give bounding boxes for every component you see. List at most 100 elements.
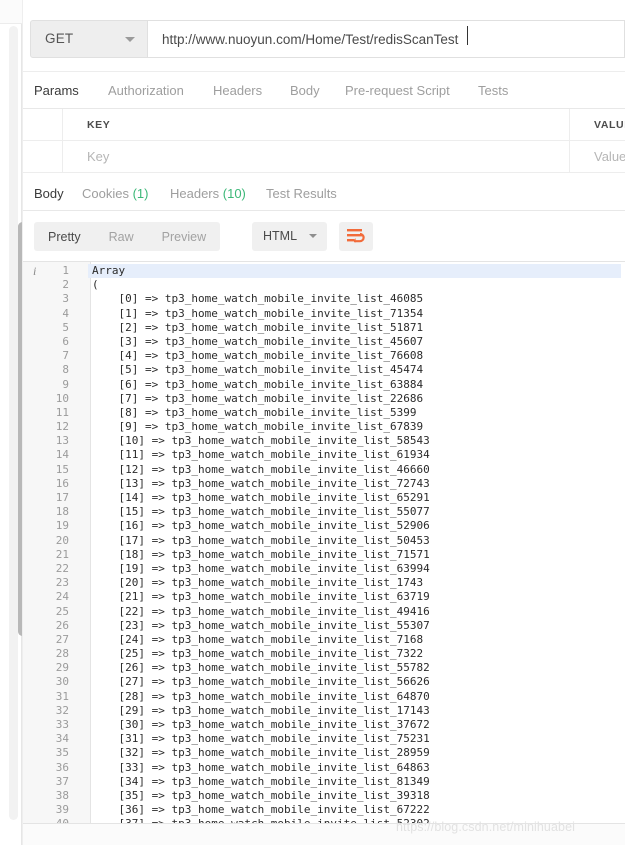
line-number: 38: [55, 788, 69, 802]
http-method-label: GET: [45, 31, 74, 46]
code-line: [17] => tp3_home_watch_mobile_invite_lis…: [92, 533, 430, 547]
line-number: 24: [55, 590, 69, 604]
response-tab-headers-label: Headers (10): [170, 186, 246, 201]
chevron-down-icon: [309, 234, 317, 238]
code-line: [28] => tp3_home_watch_mobile_invite_lis…: [92, 689, 430, 703]
params-header-value-cell: VALUE: [570, 109, 625, 141]
code-line: [36] => tp3_home_watch_mobile_invite_lis…: [92, 803, 430, 817]
line-number: 31: [55, 689, 69, 703]
params-key-header-label: KEY: [87, 119, 111, 131]
line-number: 18: [55, 505, 69, 519]
line-number: 34: [55, 732, 69, 746]
code-line: [1] => tp3_home_watch_mobile_invite_list…: [92, 306, 424, 320]
page-scrollbar-track[interactable]: [9, 26, 27, 820]
line-number: 3: [62, 292, 69, 306]
line-number: 8: [62, 363, 69, 377]
wrap-lines-button[interactable]: [339, 222, 373, 251]
cookies-count-badge: (1): [132, 186, 149, 201]
bottom-strip: [23, 823, 625, 845]
http-method-select[interactable]: GET: [30, 20, 148, 58]
line-number: 1: [62, 264, 69, 277]
code-line: [15] => tp3_home_watch_mobile_invite_lis…: [92, 505, 430, 519]
code-line: [30] => tp3_home_watch_mobile_invite_lis…: [92, 718, 430, 731]
code-line: [31] => tp3_home_watch_mobile_invite_lis…: [92, 732, 430, 746]
code-line: [12] => tp3_home_watch_mobile_invite_lis…: [92, 462, 430, 476]
view-mode-preview-label: Preview: [161, 229, 207, 244]
line-number: 20: [55, 533, 69, 547]
tab-pre-request-script-label: Pre-request Script: [345, 83, 450, 98]
code-line: [6] => tp3_home_watch_mobile_invite_list…: [92, 377, 424, 391]
line-number: 23: [55, 576, 69, 590]
param-row-checkbox[interactable]: [23, 141, 63, 173]
code-line: [32] => tp3_home_watch_mobile_invite_lis…: [92, 746, 430, 760]
tab-body-label: Body: [290, 83, 320, 98]
response-tab-test-results-label: Test Results: [266, 186, 337, 201]
tab-headers-label: Headers: [213, 83, 263, 98]
code-gutter: i 1 2 3 4 5 6 7 8 9 10 11 12 13 14 15 16 17 18 19 20 21 22 23 2…: [23, 262, 91, 823]
view-mode-raw[interactable]: Raw: [95, 222, 148, 251]
line-number: 15: [55, 462, 69, 476]
response-body-viewer[interactable]: i 1 2 3 4 5 6 7 8 9 10 11 12 13 14 15 16 17 18 19 20 21 22 23 2…: [23, 261, 625, 823]
code-line: [19] => tp3_home_watch_mobile_invite_lis…: [92, 561, 430, 575]
line-number-column: 1 2 3 4 5 6 7 8 9 10 11 12 13 14 15 16 17 18 19 20 21 22 23 24 2…: [23, 262, 79, 823]
line-number: 19: [55, 519, 69, 533]
code-line: [4] => tp3_home_watch_mobile_invite_list…: [92, 349, 424, 363]
line-number: 21: [55, 547, 69, 561]
code-line: [25] => tp3_home_watch_mobile_invite_lis…: [92, 647, 424, 661]
response-tab-body-label: Body: [34, 186, 64, 201]
line-number: 12: [55, 420, 69, 434]
code-line: [9] => tp3_home_watch_mobile_invite_list…: [92, 420, 424, 434]
postman-window: GET http://www.nuoyun.com/Home/Test/redi…: [0, 0, 625, 845]
code-line: [5] => tp3_home_watch_mobile_invite_list…: [92, 363, 424, 377]
code-line: [0] => tp3_home_watch_mobile_invite_list…: [92, 292, 424, 306]
headers-count-badge: (10): [222, 186, 246, 201]
line-number: 10: [55, 391, 69, 405]
line-number: 2: [62, 278, 69, 292]
param-key-input[interactable]: Key: [63, 141, 570, 173]
line-number: 27: [55, 632, 69, 646]
line-number: 22: [55, 561, 69, 575]
line-number: 14: [55, 448, 69, 462]
url-input[interactable]: http://www.nuoyun.com/Home/Test/redisSca…: [148, 20, 625, 58]
response-format-select[interactable]: HTML: [252, 222, 327, 251]
params-table-row: Key Value: [23, 141, 625, 173]
tab-params-label: Params: [34, 83, 79, 98]
line-number: 32: [55, 703, 69, 717]
code-line: [21] => tp3_home_watch_mobile_invite_lis…: [92, 590, 430, 604]
code-line: [26] => tp3_home_watch_mobile_invite_lis…: [92, 661, 430, 675]
line-number: 26: [55, 618, 69, 632]
code-line: [11] => tp3_home_watch_mobile_invite_lis…: [92, 448, 430, 462]
code-line: Array: [88, 264, 621, 279]
params-header-key-cell: KEY: [63, 109, 570, 141]
view-mode-pretty-label: Pretty: [48, 229, 81, 244]
page-left-gutter: [0, 0, 27, 845]
code-line: [24] => tp3_home_watch_mobile_invite_lis…: [92, 632, 424, 646]
code-line: [22] => tp3_home_watch_mobile_invite_lis…: [92, 604, 430, 618]
code-line: (: [92, 278, 99, 292]
code-line: [8] => tp3_home_watch_mobile_invite_list…: [92, 405, 417, 419]
code-line: [18] => tp3_home_watch_mobile_invite_lis…: [92, 547, 430, 561]
params-table: KEY VALUE Key Value: [23, 109, 625, 173]
view-mode-preview[interactable]: Preview: [148, 222, 220, 251]
page-gutter-top-cap: [0, 0, 22, 24]
param-key-placeholder: Key: [87, 149, 110, 164]
code-line: [23] => tp3_home_watch_mobile_invite_lis…: [92, 618, 430, 632]
code-line: [34] => tp3_home_watch_mobile_invite_lis…: [92, 774, 430, 788]
line-number: 4: [62, 306, 69, 320]
code-line: [35] => tp3_home_watch_mobile_invite_lis…: [92, 788, 430, 802]
wrap-lines-icon: [347, 229, 365, 243]
line-number: 35: [55, 746, 69, 760]
line-number: 37: [55, 774, 69, 788]
response-body-code: Array( [0] => tp3_home_watch_mobile_invi…: [88, 262, 625, 823]
line-number: 36: [55, 760, 69, 774]
request-tabs: Params Authorization Headers Body Pre-re…: [23, 72, 625, 109]
params-header-checkbox-cell: [23, 109, 63, 141]
line-number: 30: [55, 675, 69, 689]
code-line: [2] => tp3_home_watch_mobile_invite_list…: [92, 320, 424, 334]
response-format-label: HTML: [263, 229, 298, 243]
code-line: [33] => tp3_home_watch_mobile_invite_lis…: [92, 760, 430, 774]
param-value-placeholder: Value: [594, 149, 625, 164]
view-mode-pretty[interactable]: Pretty: [34, 222, 95, 251]
tab-tests-label: Tests: [478, 83, 509, 98]
param-value-input[interactable]: Value: [570, 141, 625, 173]
